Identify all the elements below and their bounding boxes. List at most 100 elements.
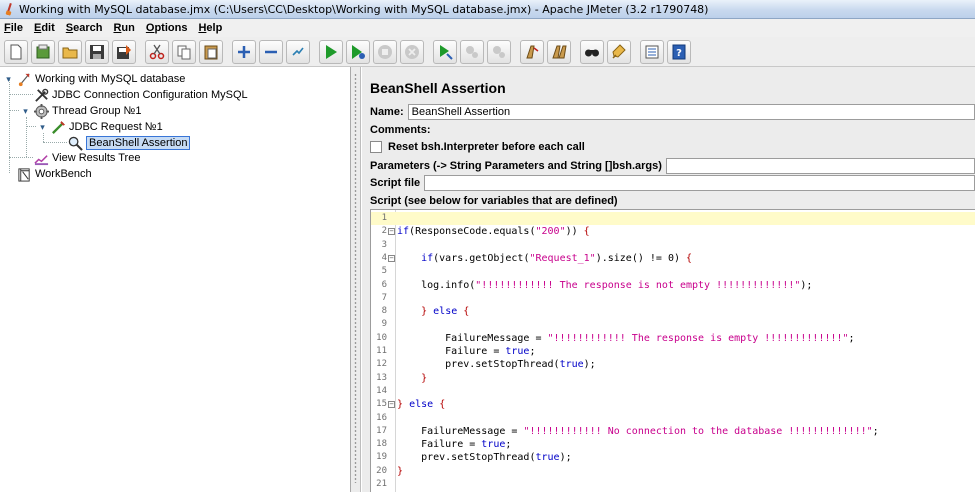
- tree-node-workbench[interactable]: WorkBench: [16, 166, 92, 182]
- script-line[interactable]: 18 Failure = true;: [371, 438, 975, 451]
- fold-toggle-icon[interactable]: −: [388, 254, 395, 262]
- remote-start-button[interactable]: [433, 39, 457, 64]
- fold-toggle-icon[interactable]: −: [388, 401, 395, 409]
- script-line-code: log.info("!!!!!!!!!!!! The response is n…: [397, 279, 813, 291]
- templates-button[interactable]: [31, 39, 55, 64]
- script-line[interactable]: 9: [371, 318, 975, 331]
- script-line[interactable]: 4− if(vars.getObject("Request_1").size()…: [371, 252, 975, 265]
- cut-button[interactable]: [145, 39, 169, 64]
- script-line[interactable]: 1: [371, 212, 975, 225]
- script-line[interactable]: 7: [371, 292, 975, 305]
- search-button[interactable]: [580, 39, 604, 64]
- script-line-code: } else {: [421, 306, 470, 318]
- fold-toggle-icon[interactable]: −: [388, 228, 395, 236]
- toggle-button[interactable]: [286, 39, 310, 64]
- script-file-field[interactable]: [424, 175, 975, 191]
- line-number: 21: [376, 479, 387, 489]
- menu-options[interactable]: Options: [146, 22, 188, 34]
- script-line-code: FailureMessage = "!!!!!!!!!!!! No connec…: [397, 425, 879, 437]
- split-pane-divider[interactable]: [351, 67, 361, 492]
- script-line[interactable]: 16: [371, 412, 975, 425]
- line-number: 10: [376, 332, 387, 343]
- tree-node-view-results-tree[interactable]: View Results Tree: [33, 150, 140, 166]
- script-line[interactable]: 13 }: [371, 372, 975, 385]
- script-line[interactable]: 20}: [371, 465, 975, 478]
- expander-icon[interactable]: ▾: [21, 106, 30, 116]
- tree-node-jdbc-request[interactable]: ▾ JDBC Request №1: [40, 119, 163, 135]
- shutdown-button[interactable]: [400, 39, 424, 64]
- script-line[interactable]: 3: [371, 239, 975, 252]
- paste-button[interactable]: [199, 39, 223, 64]
- script-line-code: } else {: [397, 399, 446, 411]
- start-button[interactable]: [319, 39, 343, 64]
- tree-node-test-plan[interactable]: ▾ Working with MySQL database: [6, 71, 185, 87]
- save-button[interactable]: [85, 39, 109, 64]
- script-line[interactable]: 12 prev.setStopThread(true);: [371, 358, 975, 371]
- script-line[interactable]: 5: [371, 265, 975, 278]
- clear-icon: [526, 45, 539, 58]
- help-button[interactable]: ?: [667, 39, 691, 64]
- script-line-code: Failure = true;: [397, 346, 536, 357]
- clear-button[interactable]: [520, 39, 544, 64]
- tree-node-jdbc-connection[interactable]: JDBC Connection Configuration MySQL: [33, 87, 248, 103]
- menu-run[interactable]: Run: [113, 22, 134, 34]
- line-number: 20: [376, 465, 387, 476]
- comments-row: Comments:: [370, 124, 435, 136]
- parameters-field[interactable]: [665, 158, 975, 174]
- expander-icon[interactable]: ▾: [38, 122, 47, 132]
- paste-icon: [204, 45, 218, 59]
- copy-button[interactable]: [172, 39, 196, 64]
- script-line[interactable]: 21: [371, 478, 975, 491]
- function-helper-button[interactable]: [640, 39, 664, 64]
- help-icon: ?: [672, 44, 686, 59]
- start-no-pauses-button[interactable]: [346, 39, 370, 64]
- expand-all-button[interactable]: [232, 39, 256, 64]
- script-line[interactable]: 11 Failure = true;: [371, 345, 975, 358]
- script-line[interactable]: 10 FailureMessage = "!!!!!!!!!!!! The re…: [371, 332, 975, 345]
- name-row: Name: BeanShell Assertion: [370, 104, 975, 120]
- remote-shutdown-button[interactable]: [487, 39, 511, 64]
- expander-icon[interactable]: ▾: [4, 74, 13, 84]
- save-as-button[interactable]: [112, 39, 136, 64]
- script-line[interactable]: 19 prev.setStopThread(true);: [371, 451, 975, 464]
- panel-title: BeanShell Assertion: [370, 80, 506, 96]
- toolbar: ?: [0, 37, 975, 67]
- menu-search[interactable]: Search: [66, 22, 103, 34]
- stop-button[interactable]: [373, 39, 397, 64]
- menu-file[interactable]: File: [4, 22, 23, 34]
- script-editor[interactable]: 1 2− if(ResponseCode.equals("200")) {3 4− i…: [370, 209, 975, 492]
- jmeter-feather-icon: [3, 3, 15, 15]
- script-line[interactable]: 14: [371, 385, 975, 398]
- line-number: 16: [376, 412, 387, 423]
- menu-edit[interactable]: Edit: [34, 22, 55, 34]
- open-button[interactable]: [58, 39, 82, 64]
- clear-all-button[interactable]: [547, 39, 571, 64]
- expand-icon: [238, 45, 250, 58]
- script-line[interactable]: 15−} else {: [371, 398, 975, 411]
- script-line[interactable]: 17 FailureMessage = "!!!!!!!!!!!! No con…: [371, 425, 975, 438]
- menu-bar: File Edit Search Run Options Help: [0, 19, 975, 37]
- tree-node-beanshell-assertion[interactable]: BeanShell Assertion: [67, 135, 191, 151]
- script-line[interactable]: 2− if(ResponseCode.equals("200")) {: [371, 225, 975, 238]
- line-number: 11: [376, 346, 387, 356]
- line-number: 13: [376, 372, 387, 383]
- tree-node-thread-group[interactable]: ▾ Thread Group №1: [23, 103, 141, 119]
- tree-node-label: JDBC Connection Configuration MySQL: [52, 89, 248, 101]
- remote-stop-button[interactable]: [460, 39, 484, 64]
- new-button[interactable]: [4, 39, 28, 64]
- save-icon: [90, 44, 104, 59]
- script-line[interactable]: 6 log.info("!!!!!!!!!!!! The response is…: [371, 279, 975, 292]
- collapse-all-button[interactable]: [259, 39, 283, 64]
- name-field[interactable]: BeanShell Assertion: [407, 104, 975, 120]
- reset-search-button[interactable]: [607, 39, 631, 64]
- line-number: 12: [376, 359, 387, 370]
- comments-label: Comments:: [370, 124, 431, 136]
- window-title-bar[interactable]: Working with MySQL database.jmx (C:\User…: [0, 0, 975, 19]
- tree-node-label: JDBC Request №1: [69, 121, 163, 133]
- script-line[interactable]: 8 } else {: [371, 305, 975, 318]
- test-plan-tree[interactable]: ▾ Working with MySQL database JDBC Conne…: [0, 67, 351, 492]
- menu-help[interactable]: Help: [198, 22, 222, 34]
- reset-interpreter-checkbox[interactable]: [370, 141, 382, 153]
- svg-text:?: ?: [676, 48, 682, 59]
- search-icon: [585, 49, 599, 56]
